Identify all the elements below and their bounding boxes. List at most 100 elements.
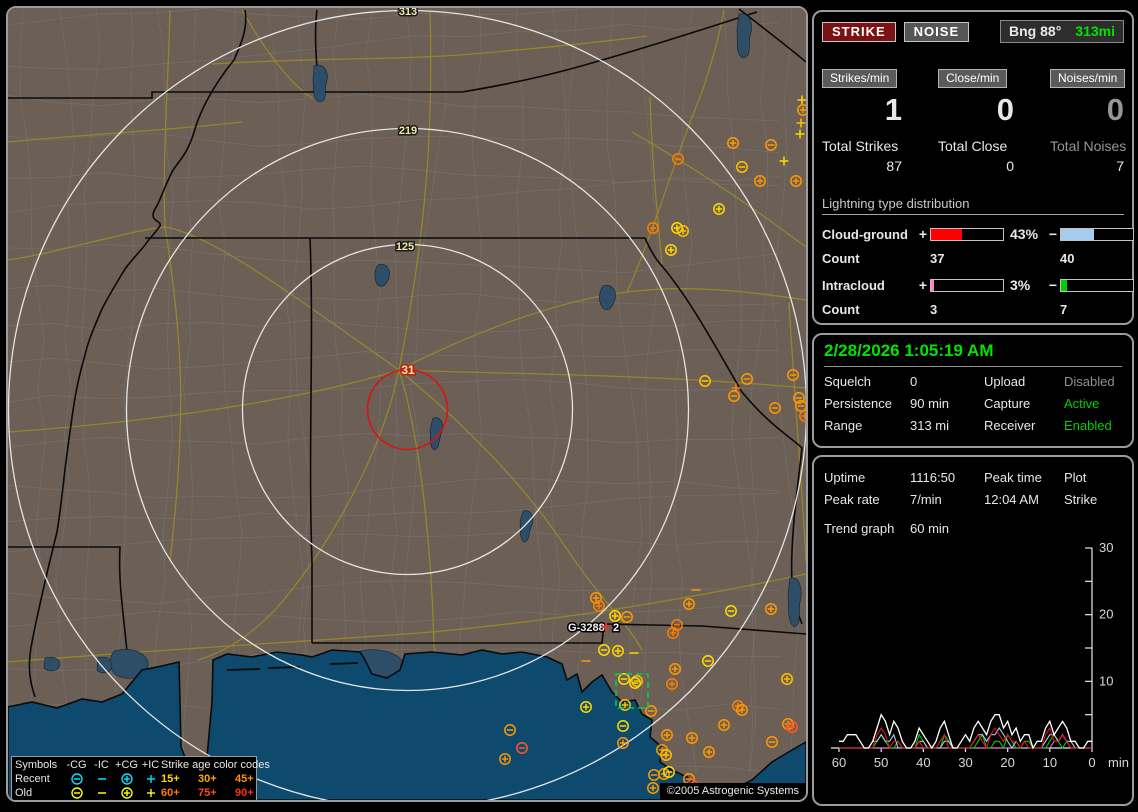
cg-count-label: Count: [822, 251, 916, 266]
uptime-label: Uptime: [824, 470, 910, 485]
trend-graph-label: Trend graph: [824, 521, 910, 536]
legend-symbols-label: Symbols: [15, 758, 63, 772]
legend-header-row: Symbols -CG -IC +CG +IC Strike age color…: [15, 758, 253, 772]
legend-old-row: Old 60+75+90+: [15, 786, 253, 800]
total-noises-label: Total Noises: [1026, 138, 1136, 154]
range-value: 313mi: [1075, 23, 1115, 39]
legend-icp-icon: [142, 772, 160, 786]
legend-cgp-icon: [118, 772, 136, 786]
legend-age-15+: 15+: [161, 772, 198, 786]
persistence-label: Persistence: [824, 396, 910, 411]
close-per-min-value: 0: [914, 92, 1026, 132]
trend-graph: 1020306050403020100min: [824, 542, 1134, 784]
strikes-per-min-value: 1: [822, 92, 914, 132]
svg-text:125: 125: [396, 241, 414, 253]
svg-text:40: 40: [916, 755, 930, 770]
cg-negative-bar: [1060, 228, 1134, 241]
total-close-value: 0: [914, 158, 1026, 174]
legend-cg-neg-label: -CG: [63, 758, 90, 772]
noises-per-min-value: 0: [1026, 92, 1136, 132]
strike-button[interactable]: STRIKE: [822, 22, 896, 42]
svg-text:10: 10: [1099, 673, 1113, 688]
status-panel: 2/28/2026 1:05:19 AM Squelch 0 Upload Di…: [812, 333, 1134, 448]
svg-text:20: 20: [1000, 755, 1014, 770]
capture-label: Capture: [984, 396, 1064, 411]
minus-sign: −: [1046, 277, 1060, 293]
legend-age-75+: 75+: [198, 786, 235, 800]
svg-text:min: min: [1108, 755, 1129, 770]
total-noises-value: 7: [1026, 158, 1136, 174]
peak-rate-value: 7/min: [910, 492, 984, 507]
legend-ic-neg-label: -IC: [90, 758, 113, 772]
strikes-per-min-chip[interactable]: Strikes/min: [822, 69, 897, 88]
legend-cgp-icon: [118, 786, 136, 800]
cg-positive-count: 37: [930, 251, 1004, 266]
legend-recent-row: Recent 15+30+45+: [15, 772, 253, 786]
trend-graph-window: 60 min: [910, 521, 984, 536]
ic-count-label: Count: [822, 302, 916, 317]
legend-cg-pos-label: +CG: [113, 758, 140, 772]
persistence-value: 90 min: [910, 396, 984, 411]
ic-positive-pct: 3%: [1004, 277, 1046, 293]
range-label: Range: [824, 418, 910, 433]
cg-negative-pct: 46%: [1134, 226, 1138, 242]
uptime-value: 1116:50: [910, 470, 984, 485]
ic-negative-count: 7: [1060, 302, 1134, 317]
svg-text:31: 31: [401, 363, 415, 377]
cg-positive-bar: [930, 228, 1004, 241]
legend-age-90+: 90+: [235, 786, 265, 800]
legend-age-45+: 45+: [235, 772, 265, 786]
close-per-min-chip[interactable]: Close/min: [938, 69, 1007, 88]
counters-panel: STRIKE NOISE Bng 88° 313mi Strikes/min C…: [812, 10, 1134, 325]
squelch-label: Squelch: [824, 374, 910, 389]
range-setting-value: 313 mi: [910, 418, 984, 433]
svg-text:30: 30: [958, 755, 972, 770]
ic-positive-bar: [930, 279, 1004, 292]
cg-negative-count: 40: [1060, 251, 1134, 266]
legend-old-label: Old: [15, 786, 63, 800]
legend-icm-icon: [93, 786, 111, 800]
legend-icm-icon: [93, 772, 111, 786]
datetime-display: 2/28/2026 1:05:19 AM: [824, 341, 1122, 367]
svg-text:60: 60: [832, 755, 846, 770]
svg-text:0: 0: [1088, 755, 1095, 770]
legend-icp-icon: [142, 786, 160, 800]
svg-text:30: 30: [1099, 542, 1113, 555]
bearing-range-display[interactable]: Bng 88° 313mi: [1000, 20, 1124, 43]
legend-age-60+: 60+: [161, 786, 198, 800]
svg-text:2: 2: [613, 622, 619, 634]
trend-panel: Uptime 1116:50 Peak time Plot Peak rate …: [812, 455, 1134, 806]
cg-positive-pct: 43%: [1004, 226, 1046, 242]
distribution-title: Lightning type distribution: [822, 196, 1124, 215]
total-strikes-value: 87: [822, 158, 914, 174]
legend-ic-pos-label: +IC: [140, 758, 161, 772]
upload-label: Upload: [984, 374, 1064, 389]
svg-text:219: 219: [399, 125, 417, 137]
peak-time-value: 12:04 AM: [984, 492, 1064, 507]
bearing-value: Bng 88°: [1009, 23, 1061, 39]
map-panel[interactable]: 31321912531 G-32882 Symbols -CG -IC +CG …: [6, 6, 808, 802]
svg-text:10: 10: [1043, 755, 1057, 770]
svg-text:50: 50: [874, 755, 888, 770]
minus-sign: −: [1046, 226, 1060, 242]
receiver-status: Enabled: [1064, 418, 1122, 433]
cloud-ground-label: Cloud-ground: [822, 227, 916, 242]
legend-age-30+: 30+: [198, 772, 235, 786]
lightning-map[interactable]: 31321912531 G-32882: [8, 8, 806, 800]
upload-status: Disabled: [1064, 374, 1122, 389]
capture-status: Active: [1064, 396, 1122, 411]
legend-recent-label: Recent: [15, 772, 63, 786]
noise-button[interactable]: NOISE: [904, 22, 969, 42]
intracloud-label: Intracloud: [822, 278, 916, 293]
ic-positive-count: 3: [930, 302, 1004, 317]
receiver-label: Receiver: [984, 418, 1064, 433]
ic-negative-pct: 8%: [1134, 277, 1138, 293]
legend-age-title: Strike age color codes: [161, 758, 265, 772]
plot-mode-value: Strike: [1064, 492, 1122, 507]
plot-label: Plot: [1064, 470, 1122, 485]
squelch-value: 0: [910, 374, 984, 389]
peak-time-label: Peak time: [984, 470, 1064, 485]
noises-per-min-chip[interactable]: Noises/min: [1050, 69, 1125, 88]
svg-text:313: 313: [399, 8, 417, 18]
total-close-label: Total Close: [914, 138, 1026, 154]
